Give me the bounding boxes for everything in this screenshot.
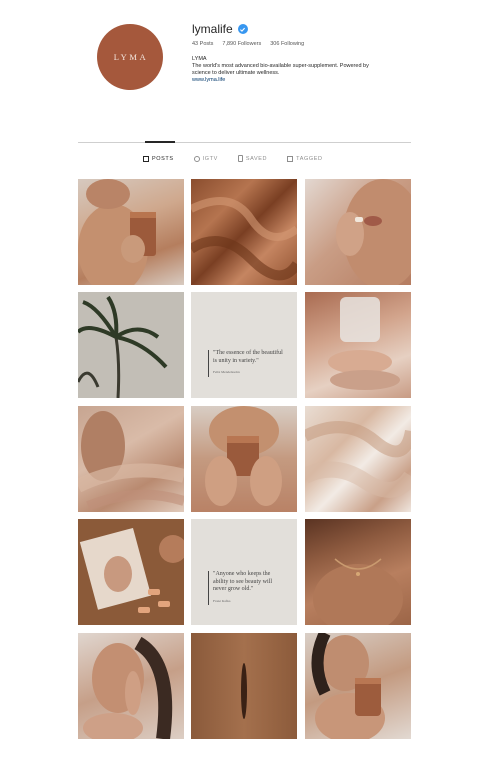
bio-text-line-1: The world's most advanced bio-available … [192, 63, 369, 69]
post-tile-woman-with-copper-jar[interactable] [305, 633, 411, 739]
post-tile-portrait-hand-on-face[interactable] [78, 633, 184, 739]
tab-igtv-label: IGTV [202, 155, 218, 162]
quote-text-2: "Anyone who keeps the ability to see bea… [208, 571, 283, 605]
post-tile-hands-holding-copper-jar[interactable] [191, 406, 297, 512]
post-tile-glowing-decolletage[interactable] [305, 519, 411, 625]
profile-bio: LYMA The world's most advanced bio-avail… [192, 56, 407, 84]
tab-saved-label: SAVED [245, 155, 268, 162]
posts-count: 43 Posts [192, 41, 214, 47]
quote-1-text: "The essence of the beautiful is unity i… [213, 350, 283, 364]
avatar[interactable]: LYMA [97, 24, 163, 90]
post-image [205, 406, 282, 506]
post-image [313, 558, 403, 625]
profile-tabs: POSTS IGTV SAVED TAGGED [143, 155, 343, 162]
post-tile-model-holding-copper-jar[interactable] [78, 179, 184, 285]
username[interactable]: lymalife [192, 22, 233, 36]
post-tile-copper-silk[interactable] [191, 179, 297, 285]
post-image [241, 663, 247, 719]
post-tile-palm-tree[interactable] [78, 292, 184, 398]
post-image [336, 179, 411, 285]
post-image [328, 297, 400, 390]
post-tile-product-flatlay[interactable] [78, 519, 184, 625]
tab-igtv[interactable]: IGTV [193, 155, 218, 162]
post-image [191, 197, 297, 281]
post-image [78, 179, 156, 285]
username-row: lymalife [192, 22, 248, 36]
bio-text-line-2: science to deliver ultimate wellness. [192, 70, 280, 76]
post-image [78, 295, 168, 398]
bio-link[interactable]: www.lyma.life [192, 77, 407, 84]
post-tile-abstract-beige-texture[interactable] [305, 406, 411, 512]
post-tile-body-with-sheer-fabric[interactable] [78, 406, 184, 512]
post-image [83, 636, 173, 739]
post-tile-quote-1[interactable]: "The essence of the beautiful is unity i… [191, 292, 297, 398]
quote-text-1: "The essence of the beautiful is unity i… [208, 350, 283, 377]
avatar-logo-text: LYMA [113, 52, 149, 62]
active-tab-indicator [145, 141, 175, 143]
tab-posts-label: POSTS [152, 155, 174, 162]
quote-2-text: "Anyone who keeps the ability to see bea… [213, 571, 272, 592]
post-image [78, 411, 184, 511]
tabs-divider [78, 142, 411, 143]
post-image [79, 527, 184, 613]
bookmark-icon [237, 155, 243, 162]
post-tile-quote-2[interactable]: "Anyone who keeps the ability to see bea… [191, 519, 297, 625]
tab-posts[interactable]: POSTS [143, 155, 174, 162]
followers-count[interactable]: 7,890 Followers [222, 41, 261, 47]
following-count[interactable]: 306 Following [270, 41, 304, 47]
quote-1-author: Felix Mendelssohn [213, 370, 240, 374]
igtv-icon [193, 155, 200, 162]
profile-stats: 43 Posts 7,890 Followers 306 Following [192, 41, 304, 47]
quote-2-author: Franz Kafka [213, 598, 231, 603]
tab-tagged[interactable]: TAGGED [287, 155, 322, 162]
post-tile-hand-with-glass[interactable] [305, 292, 411, 398]
post-image [311, 633, 385, 739]
tab-tagged-label: TAGGED [296, 155, 323, 162]
post-tile-woman-taking-capsule[interactable] [305, 179, 411, 285]
post-tile-copper-slit-texture[interactable] [191, 633, 297, 739]
grid-icon [143, 155, 149, 162]
tag-icon [287, 155, 294, 162]
post-image [305, 421, 411, 498]
bio-name: LYMA [192, 56, 207, 62]
tab-saved[interactable]: SAVED [237, 155, 268, 162]
verified-badge-icon [237, 24, 248, 34]
profile-header: LYMA lymalife 43 Posts 7,890 Followers 3… [0, 0, 500, 140]
